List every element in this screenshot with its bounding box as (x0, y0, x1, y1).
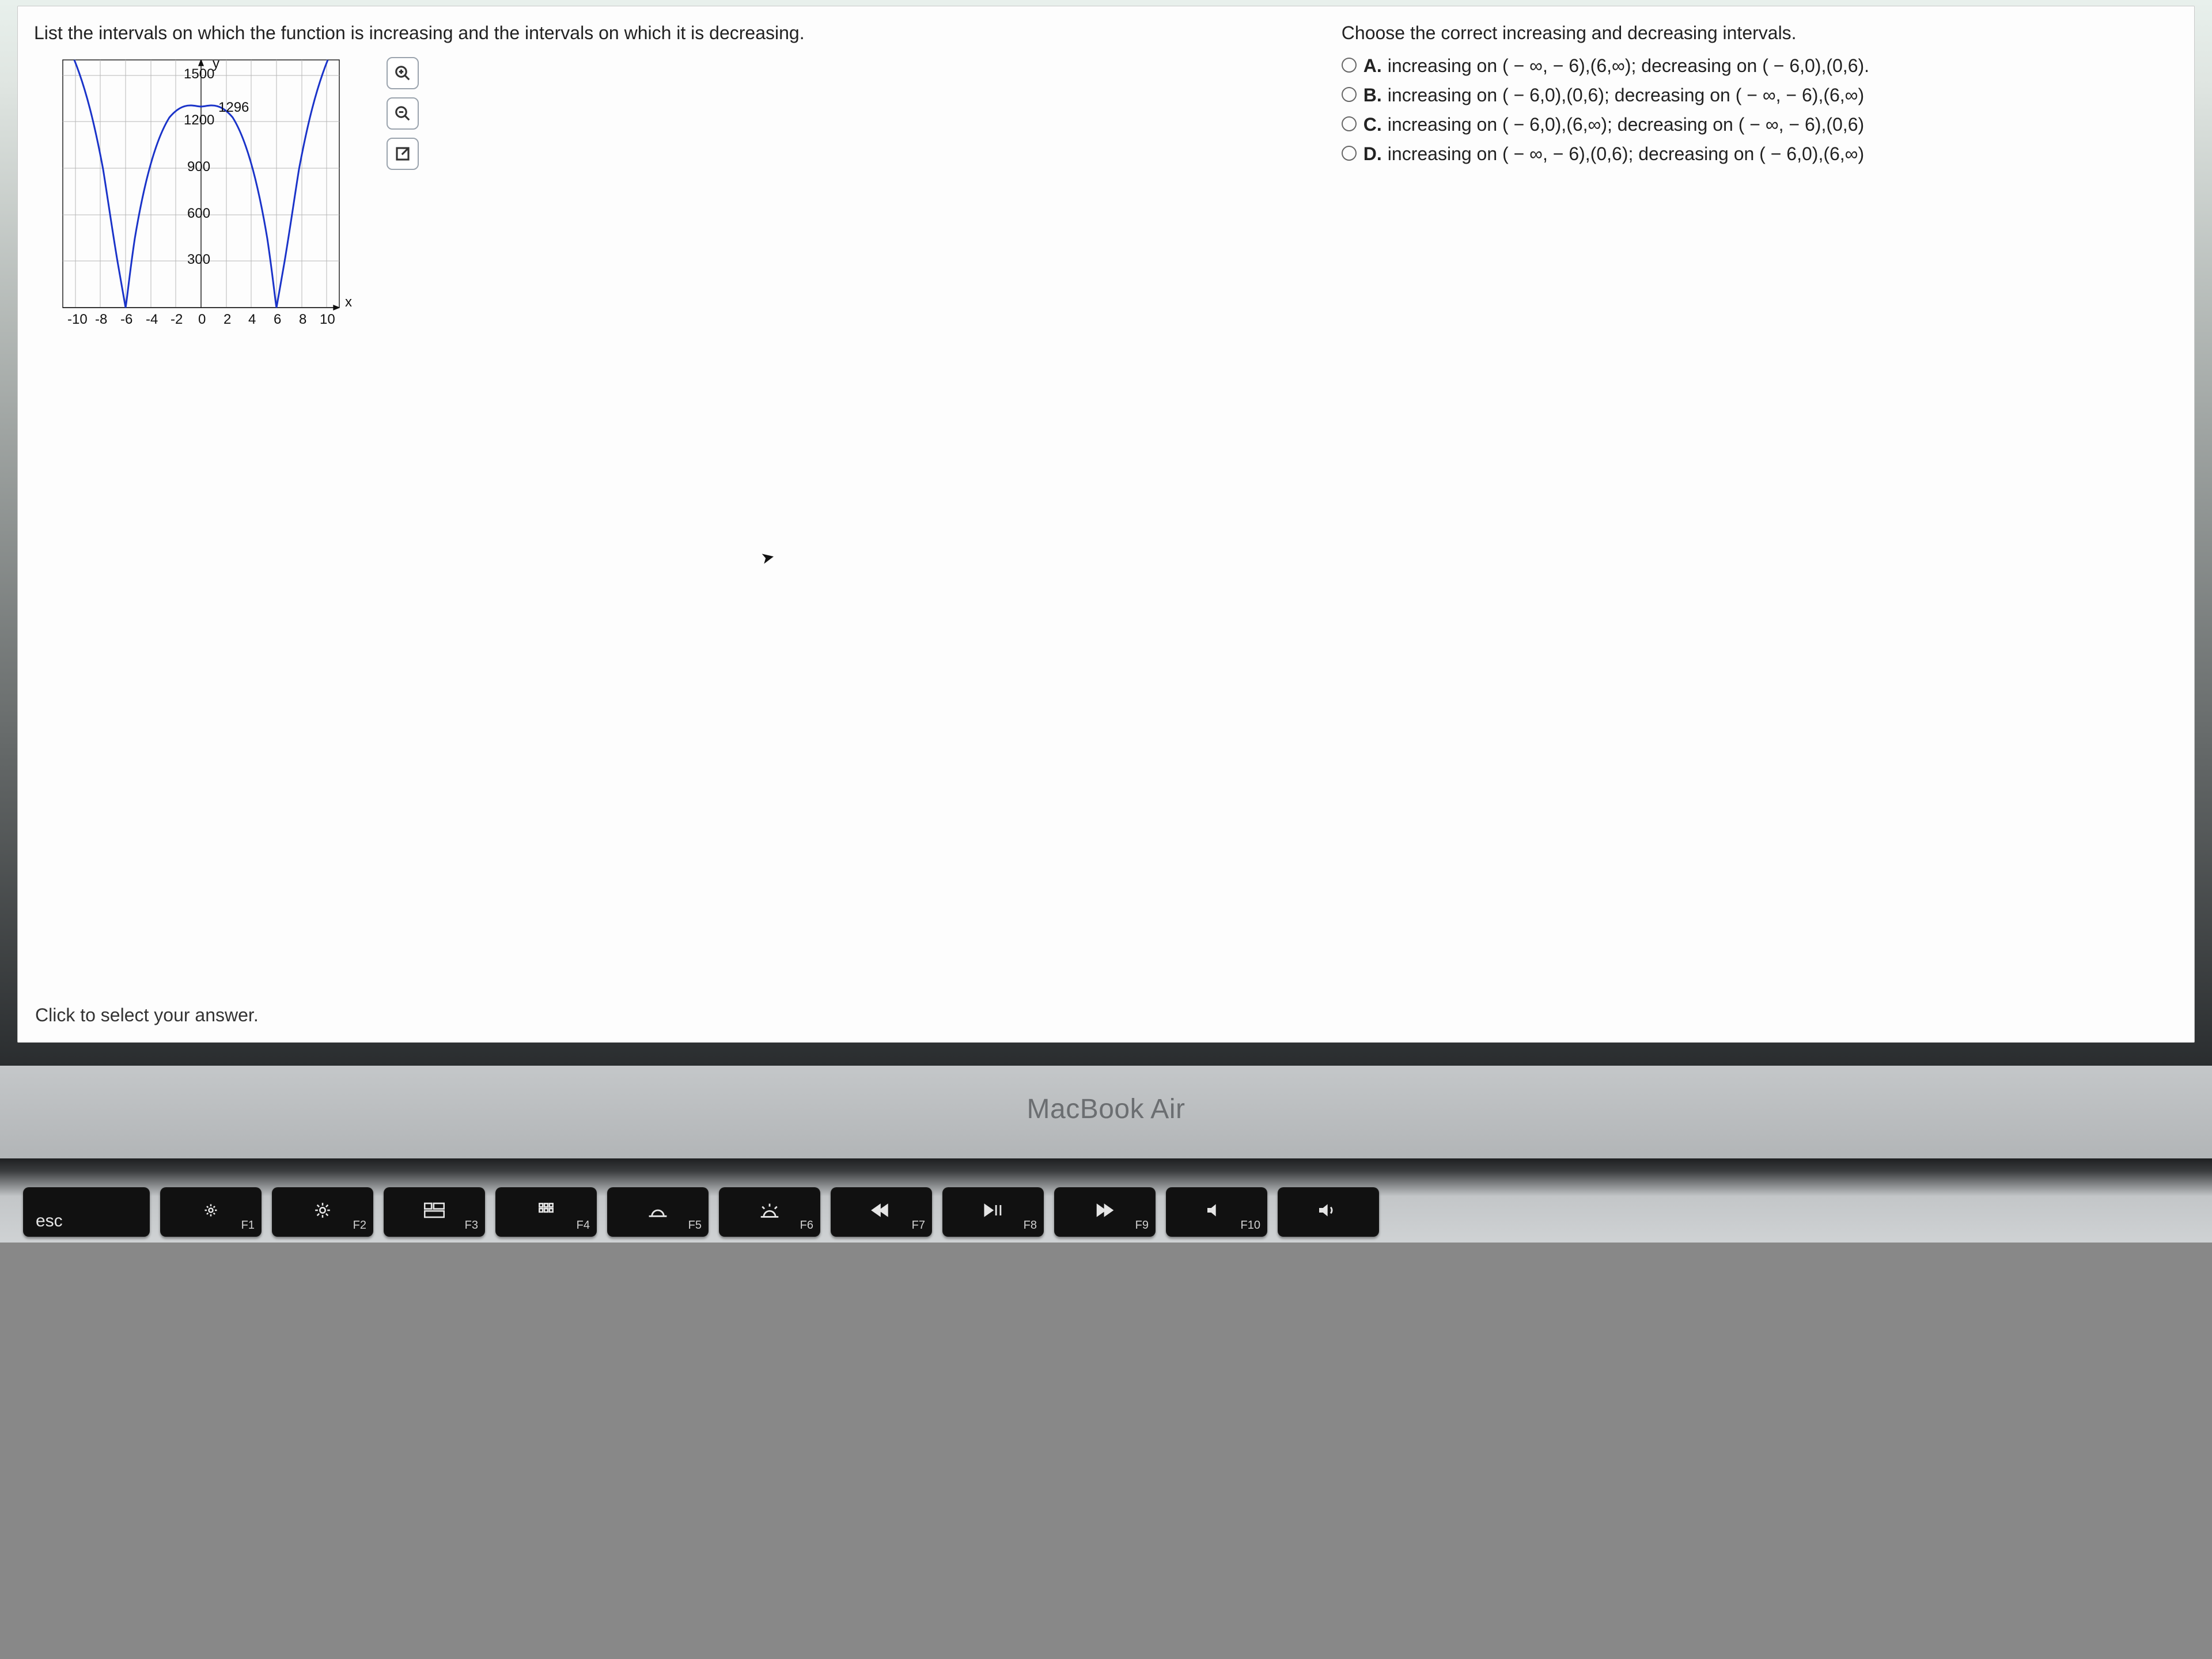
question-text: List the intervals on which the function… (34, 22, 1308, 44)
key-label: F2 (353, 1219, 366, 1232)
choice-label: A. (1363, 55, 1382, 76)
volume-down-icon (1317, 1202, 1340, 1223)
answer-prompt: Choose the correct increasing and decrea… (1342, 22, 2177, 44)
xtick-2: 2 (224, 312, 231, 327)
xtick-n4: -4 (146, 312, 158, 327)
function-graph: 1500 1200 900 600 300 -10 -8 -6 -4 -2 0 (40, 54, 362, 354)
key-label: F7 (912, 1219, 925, 1232)
answer-choices: A. increasing on ( − ∞, − 6),(6,∞); decre… (1342, 55, 2177, 165)
mission-control-icon (424, 1202, 445, 1222)
xtick-n8: -8 (95, 312, 107, 327)
footer-hint: Click to select your answer. (18, 1005, 2194, 1042)
xtick-6: 6 (274, 312, 281, 327)
choice-label: B. (1363, 85, 1382, 105)
key-f2[interactable]: F2 (272, 1187, 373, 1237)
mute-icon (1205, 1202, 1228, 1223)
launchpad-icon (536, 1202, 556, 1222)
cursor-icon: ➤ (759, 547, 777, 568)
zoom-in-icon[interactable] (387, 57, 419, 89)
key-f5[interactable]: F5 (607, 1187, 709, 1237)
brightness-down-icon (200, 1202, 221, 1222)
radio-icon[interactable] (1342, 58, 1357, 73)
choice-text: increasing on ( − 6,0),(0,6); decreasing… (1388, 85, 1864, 105)
radio-icon[interactable] (1342, 87, 1357, 102)
keyboard-brightness-down-icon (647, 1202, 668, 1222)
choice-d[interactable]: D. increasing on ( − ∞, − 6),(0,6); decre… (1342, 143, 2177, 165)
key-f9[interactable]: F9 (1054, 1187, 1156, 1237)
point-label-1296: 1296 (218, 100, 249, 115)
radio-icon[interactable] (1342, 146, 1357, 161)
macbook-label: MacBook Air (0, 1066, 2212, 1158)
choice-text: increasing on ( − ∞, − 6),(6,∞); decreas… (1388, 55, 1869, 76)
key-f4[interactable]: F4 (495, 1187, 597, 1237)
xtick-n2: -2 (171, 312, 183, 327)
radio-icon[interactable] (1342, 116, 1357, 131)
graph-toolbar (387, 57, 419, 170)
choice-text: increasing on ( − ∞, − 6),(0,6); decreas… (1388, 143, 1864, 164)
popout-icon[interactable] (387, 138, 419, 170)
key-f7[interactable]: F7 (831, 1187, 932, 1237)
key-f3[interactable]: F3 (384, 1187, 485, 1237)
key-label: F10 (1241, 1219, 1260, 1232)
choice-label: C. (1363, 114, 1382, 135)
ytick-1200: 1200 (184, 112, 214, 128)
rewind-icon (871, 1202, 892, 1222)
keyboard: esc F1 F2 F3 F4 (0, 1158, 2212, 1243)
brightness-up-icon (312, 1202, 333, 1222)
xtick-n10: -10 (67, 312, 88, 327)
yaxis-label: y (213, 56, 219, 71)
key-esc[interactable]: esc (23, 1187, 150, 1237)
ytick-1500: 1500 (184, 66, 214, 82)
xtick-8: 8 (299, 312, 306, 327)
ytick-600: 600 (187, 206, 210, 221)
choice-text: increasing on ( − 6,0),(6,∞); decreasing… (1388, 114, 1864, 135)
xtick-4: 4 (248, 312, 256, 327)
fast-forward-icon (1094, 1202, 1115, 1222)
key-label: F8 (1024, 1219, 1037, 1232)
key-label: F5 (688, 1219, 702, 1232)
key-label: F1 (241, 1219, 255, 1232)
key-f11-partial[interactable] (1278, 1187, 1379, 1237)
key-label: F4 (577, 1219, 590, 1232)
key-f6[interactable]: F6 (719, 1187, 820, 1237)
zoom-out-icon[interactable] (387, 97, 419, 130)
choice-a[interactable]: A. increasing on ( − ∞, − 6),(6,∞); decre… (1342, 55, 2177, 77)
ytick-900: 900 (187, 159, 210, 175)
xtick-10: 10 (320, 312, 335, 327)
key-label: F3 (465, 1219, 478, 1232)
key-f10[interactable]: F10 (1166, 1187, 1267, 1237)
key-f1[interactable]: F1 (160, 1187, 262, 1237)
choice-label: D. (1363, 143, 1382, 164)
key-label: F6 (800, 1219, 813, 1232)
play-pause-icon (983, 1202, 1003, 1222)
xtick-0: 0 (198, 312, 206, 327)
xaxis-label: x (345, 294, 352, 310)
choice-c[interactable]: C. increasing on ( − 6,0),(6,∞); decreasi… (1342, 114, 2177, 135)
key-label: esc (36, 1211, 63, 1231)
xtick-n6: -6 (120, 312, 132, 327)
ytick-300: 300 (187, 252, 210, 267)
keyboard-brightness-up-icon (759, 1202, 780, 1222)
choice-b[interactable]: B. increasing on ( − 6,0),(0,6); decreasi… (1342, 85, 2177, 106)
key-f8[interactable]: F8 (942, 1187, 1044, 1237)
key-label: F9 (1135, 1219, 1149, 1232)
